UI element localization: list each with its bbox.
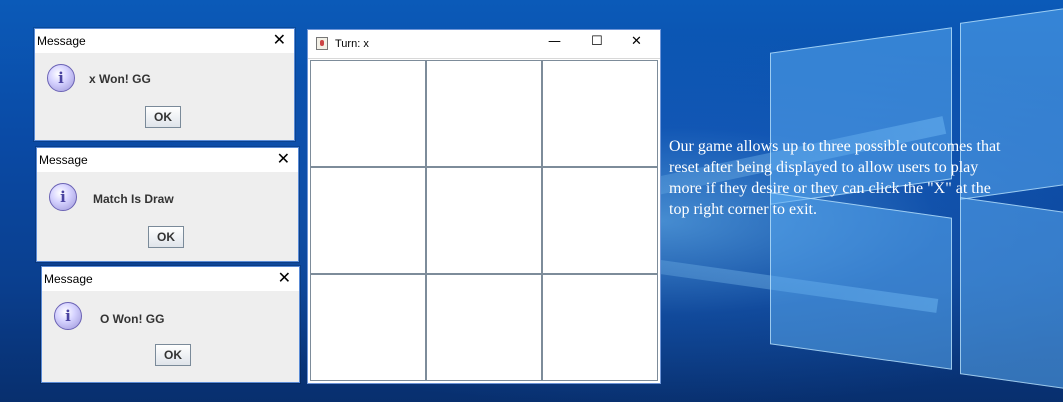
dialog-message: Match Is Draw xyxy=(93,192,174,206)
info-icon: i xyxy=(49,183,77,211)
board-cell[interactable] xyxy=(542,60,658,167)
java-app-icon xyxy=(316,37,328,50)
ok-button[interactable]: OK xyxy=(148,226,184,248)
dialog-titlebar[interactable]: Message ✕ xyxy=(37,148,298,172)
message-dialog-x-won: Message ✕ i x Won! GG OK xyxy=(34,28,295,141)
message-dialog-o-won: Message ✕ i O Won! GG OK xyxy=(41,266,300,383)
board-cell[interactable] xyxy=(426,167,542,274)
board-cell[interactable] xyxy=(310,274,426,381)
maximize-icon[interactable]: ☐ xyxy=(591,34,603,49)
board-cell[interactable] xyxy=(310,60,426,167)
dialog-title: Message xyxy=(44,272,93,286)
dialog-titlebar[interactable]: Message ✕ xyxy=(35,29,294,53)
dialog-message: O Won! GG xyxy=(100,312,165,326)
close-icon[interactable]: ✕ xyxy=(273,31,286,49)
info-icon: i xyxy=(54,302,82,330)
dialog-title: Message xyxy=(37,34,86,48)
close-icon[interactable]: ✕ xyxy=(277,150,290,168)
game-titlebar[interactable]: Turn: x — ☐ ✕ xyxy=(308,30,660,59)
game-board xyxy=(310,60,658,381)
close-icon[interactable]: ✕ xyxy=(631,34,642,49)
ok-button[interactable]: OK xyxy=(145,106,181,128)
board-cell[interactable] xyxy=(542,274,658,381)
board-cell[interactable] xyxy=(542,167,658,274)
description-text: Our game allows up to three possible out… xyxy=(669,138,1001,218)
dialog-title: Message xyxy=(39,153,88,167)
ok-button[interactable]: OK xyxy=(155,344,191,366)
board-cell[interactable] xyxy=(426,60,542,167)
minimize-icon[interactable]: — xyxy=(548,34,561,49)
close-icon[interactable]: ✕ xyxy=(278,269,291,287)
game-title: Turn: x xyxy=(335,38,369,50)
board-cell[interactable] xyxy=(426,274,542,381)
dialog-message: x Won! GG xyxy=(89,72,151,86)
dialog-titlebar[interactable]: Message ✕ xyxy=(42,267,299,291)
tic-tac-toe-window: Turn: x — ☐ ✕ xyxy=(307,29,661,384)
message-dialog-draw: Message ✕ i Match Is Draw OK xyxy=(36,147,299,262)
board-cell[interactable] xyxy=(310,167,426,274)
window-logo-pane xyxy=(960,197,1063,390)
info-icon: i xyxy=(47,64,75,92)
